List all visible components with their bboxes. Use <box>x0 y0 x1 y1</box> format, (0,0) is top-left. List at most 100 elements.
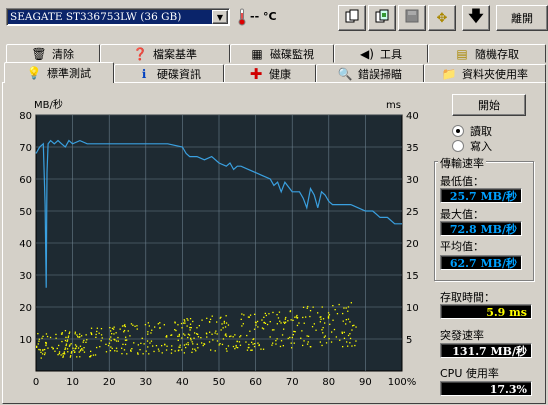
access-time-point <box>250 349 252 351</box>
access-time-point <box>282 345 284 347</box>
access-time-point <box>333 328 336 331</box>
access-time-point <box>159 322 161 324</box>
access-time-point <box>82 341 84 343</box>
access-time-point <box>119 328 121 330</box>
access-time-point <box>246 349 249 351</box>
access-time-point <box>276 314 278 316</box>
access-time-point <box>197 336 200 338</box>
access-time-point <box>55 333 57 336</box>
tab-disk-monitor[interactable]: ▦ 磁碟監視 <box>230 44 334 63</box>
max-value: 72.8 MB/秒 <box>440 221 522 236</box>
max-label: 最大值： <box>440 208 484 221</box>
access-time-point <box>83 347 85 349</box>
access-time-point <box>283 328 285 330</box>
start-button[interactable]: 開始 <box>452 94 526 116</box>
access-time-point <box>292 334 294 336</box>
access-time-point <box>100 334 103 336</box>
access-time-point <box>260 348 262 350</box>
tab-erase[interactable]: 🗑 清除 <box>6 44 100 63</box>
radio-checked-icon <box>452 125 464 137</box>
access-time-point <box>65 336 67 338</box>
radio-write[interactable]: 寫入 <box>452 138 492 154</box>
down-button[interactable]: 🡇 <box>462 5 490 31</box>
tab-file-benchmark[interactable]: ❓ 檔案基準 <box>100 44 230 63</box>
access-time-point <box>37 333 39 335</box>
access-time-point <box>190 327 192 329</box>
access-time-point <box>145 350 147 352</box>
access-time-point <box>183 344 186 346</box>
access-time-point <box>324 335 326 337</box>
access-time-point <box>347 310 349 312</box>
access-time-point <box>293 342 295 344</box>
access-time-point <box>321 306 323 308</box>
access-time-point <box>347 334 350 337</box>
settings-icon: ✥ <box>436 10 448 26</box>
copy-image-button[interactable] <box>368 5 396 31</box>
access-time-point <box>79 345 82 347</box>
access-time-point <box>45 341 47 344</box>
access-time-point <box>312 306 314 308</box>
access-time-point <box>150 340 153 342</box>
access-time-point <box>307 305 309 308</box>
access-time-point <box>266 323 269 326</box>
tab-error-scan[interactable]: 🔍 錯誤掃瞄 <box>316 64 424 83</box>
access-time-point <box>147 346 149 348</box>
benchmark-chart: MB/秒 ms 10 20 30 40 50 60 70 80 5 10 15 20 25 30 35 40 0 10… <box>6 95 426 395</box>
access-time-point <box>306 307 308 309</box>
access-time-point <box>178 335 180 337</box>
save-button[interactable] <box>398 5 426 31</box>
access-time-point <box>181 337 183 339</box>
access-time-point <box>279 320 281 322</box>
x-tick-label: 50 <box>213 377 226 388</box>
access-time-point <box>202 344 204 347</box>
access-time-point <box>351 345 353 347</box>
access-time-point <box>189 323 192 325</box>
access-time-point <box>247 316 250 318</box>
access-time-point <box>177 324 179 326</box>
access-time-point <box>83 339 85 342</box>
tab-health[interactable]: ✚ 健康 <box>224 64 316 83</box>
access-time-point <box>309 346 311 348</box>
drive-select-value: SEAGATE ST336753LW (36 GB) <box>8 10 212 24</box>
access-time-point <box>45 343 47 345</box>
access-time-point <box>146 340 149 342</box>
access-time-point <box>276 323 278 325</box>
y-right-tick-label: 35 <box>406 143 419 154</box>
access-time-point <box>327 315 330 317</box>
access-time-point <box>95 333 97 336</box>
access-time-point <box>189 329 191 331</box>
tab-folder-usage[interactable]: 📁 資料夾使用率 <box>424 64 546 83</box>
x-tick-label: 40 <box>176 377 189 388</box>
chevron-down-icon[interactable]: ▼ <box>212 10 228 24</box>
access-time-point <box>353 324 355 326</box>
access-time-point <box>322 318 325 320</box>
access-time-point <box>322 332 324 334</box>
access-time-point <box>65 344 67 347</box>
access-time-point <box>90 332 92 334</box>
access-time-point <box>216 333 218 335</box>
exit-button[interactable]: 離開 <box>496 5 548 31</box>
access-time-point <box>82 349 84 351</box>
y-left-tick-label: 50 <box>19 207 32 218</box>
access-time-point <box>110 336 112 338</box>
copy-text-button[interactable] <box>338 5 366 31</box>
tab-tools[interactable]: ◀) 工具 <box>334 44 428 63</box>
tab-label: 隨機存取 <box>475 47 519 61</box>
options-button[interactable]: ✥ <box>428 5 456 31</box>
access-time-point <box>194 348 196 350</box>
access-time-point <box>70 352 72 354</box>
tab-random-access[interactable]: ▤ 隨機存取 <box>428 44 546 63</box>
access-time-point <box>42 349 44 351</box>
tab-drive-info[interactable]: ℹ 硬碟資訊 <box>114 64 224 83</box>
drive-select[interactable]: SEAGATE ST336753LW (36 GB) ▼ <box>6 8 230 26</box>
access-time-point <box>309 310 312 312</box>
access-time-point <box>302 306 305 308</box>
access-time-point <box>189 326 191 329</box>
burst-rate-label: 突發速率 <box>440 329 484 342</box>
radio-read[interactable]: 讀取 <box>452 123 492 139</box>
access-time-point <box>187 336 189 339</box>
access-time-point <box>331 331 333 333</box>
access-time-point <box>283 321 285 323</box>
access-time-value: 5.9 ms <box>440 304 532 319</box>
tab-benchmark[interactable]: 💡 標準測試 <box>4 62 114 83</box>
